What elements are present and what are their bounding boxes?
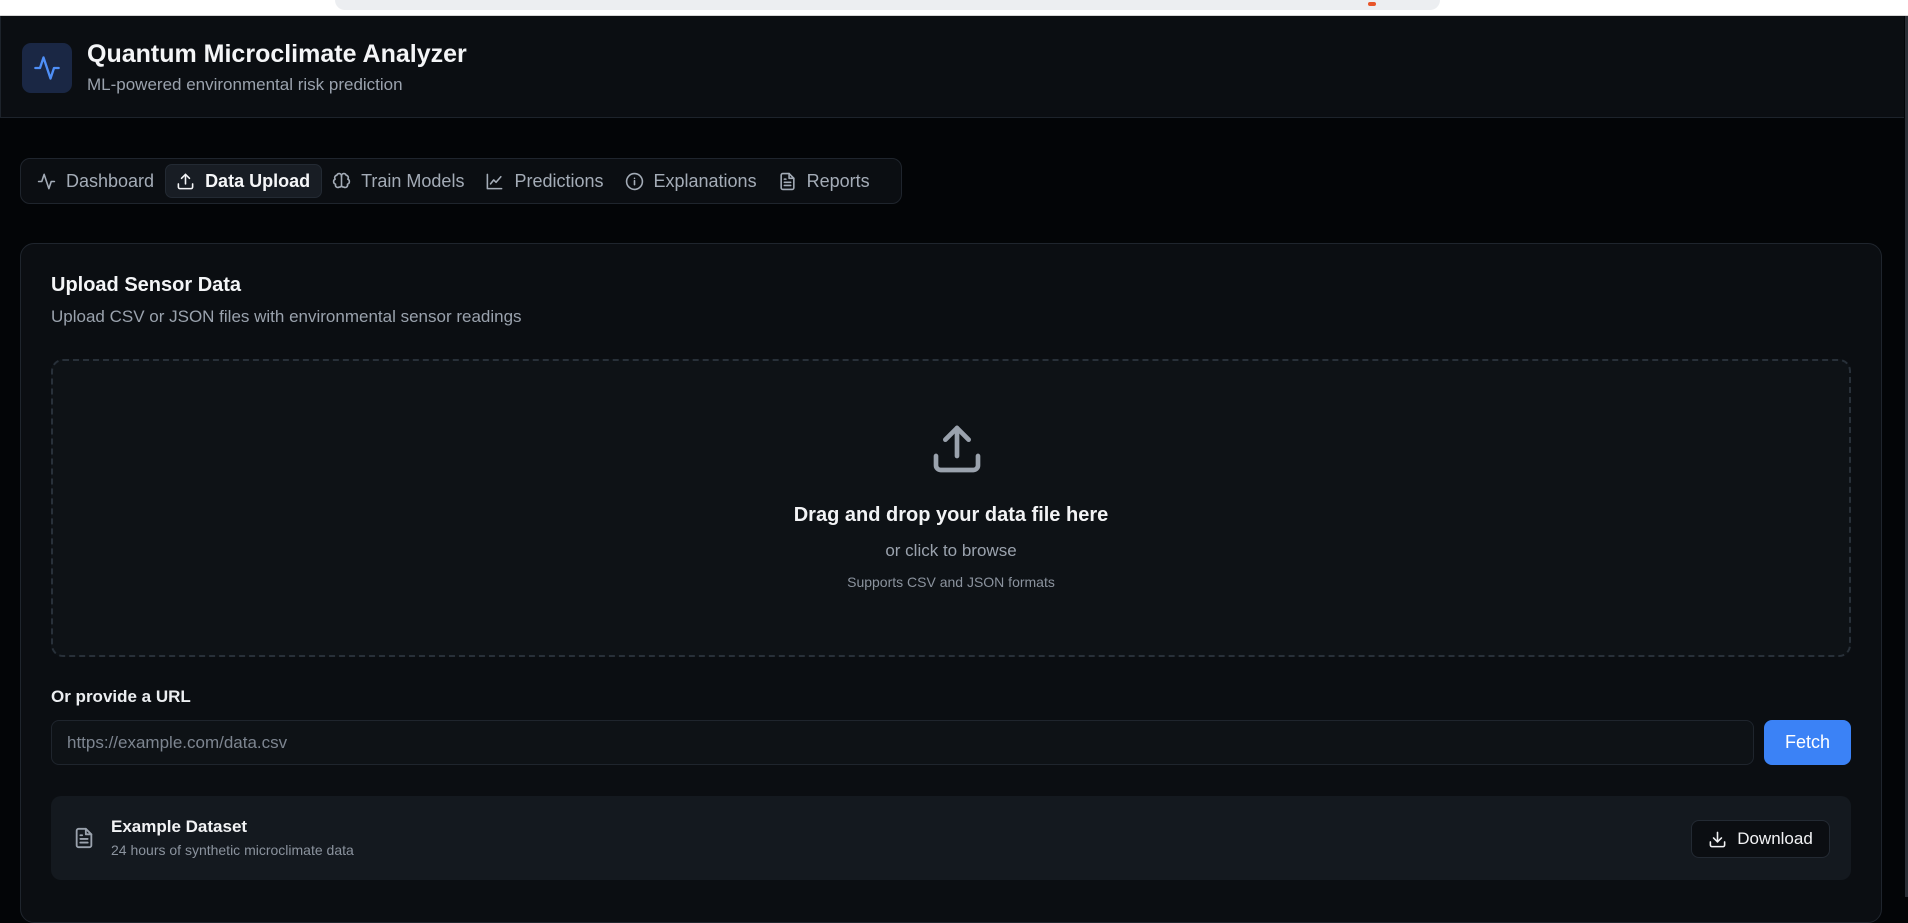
dropzone-browse-text: or click to browse bbox=[885, 541, 1017, 560]
tab-dashboard[interactable]: Dashboard bbox=[27, 164, 165, 198]
brain-icon bbox=[332, 172, 351, 188]
file-dropzone[interactable]: Drag and drop your data file here or cli… bbox=[51, 359, 1851, 657]
tab-label: Explanations bbox=[653, 170, 757, 191]
dropzone-main-text: Drag and drop your data file here bbox=[793, 504, 1109, 526]
app-subtitle: ML-powered environmental risk prediction bbox=[87, 75, 403, 94]
card-description: Upload CSV or JSON files with environmen… bbox=[51, 307, 522, 326]
card-title: Upload Sensor Data bbox=[51, 274, 242, 296]
tab-data-upload[interactable]: Data Upload bbox=[165, 164, 323, 198]
tab-label: Data Upload bbox=[205, 170, 311, 191]
download-button[interactable]: Download bbox=[1691, 820, 1830, 858]
upload-sensor-data-card: Upload Sensor Data Upload CSV or JSON fi… bbox=[20, 243, 1882, 923]
url-label: Or provide a URL bbox=[51, 687, 191, 706]
activity-icon bbox=[37, 173, 56, 189]
app-title: Quantum Microclimate Analyzer bbox=[87, 40, 467, 68]
line-chart-icon bbox=[487, 173, 503, 189]
example-dataset: Example Dataset 24 hours of synthetic mi… bbox=[51, 796, 1851, 880]
dropzone-format-hint: Supports CSV and JSON formats bbox=[847, 574, 1055, 590]
example-dataset-description: 24 hours of synthetic microclimate data bbox=[111, 842, 354, 858]
tab-label: Dashboard bbox=[66, 170, 155, 191]
upload-icon bbox=[933, 425, 981, 473]
address-bar[interactable] bbox=[335, 0, 1440, 10]
tab-label: Train Models bbox=[361, 170, 465, 191]
tab-train-models[interactable]: Train Models bbox=[322, 164, 475, 198]
url-input[interactable] bbox=[51, 720, 1754, 765]
extension-indicator bbox=[1368, 2, 1376, 6]
info-icon bbox=[625, 172, 643, 190]
main-tabs: Dashboard Data Upload Train Models Predi… bbox=[20, 158, 902, 204]
download-icon bbox=[1709, 831, 1726, 847]
tab-label: Reports bbox=[806, 170, 870, 191]
tab-explanations[interactable]: Explanations bbox=[615, 164, 768, 198]
activity-icon bbox=[34, 56, 60, 80]
file-text-icon bbox=[779, 172, 795, 190]
example-dataset-title: Example Dataset bbox=[111, 817, 248, 836]
tab-predictions[interactable]: Predictions bbox=[475, 164, 614, 198]
app-logo bbox=[22, 43, 72, 93]
fetch-button[interactable]: Fetch bbox=[1764, 720, 1851, 765]
download-label: Download bbox=[1737, 829, 1813, 848]
upload-icon bbox=[177, 173, 194, 189]
app-header: Quantum Microclimate Analyzer ML-powered… bbox=[0, 16, 1904, 118]
tab-label: Predictions bbox=[514, 170, 604, 191]
tab-reports[interactable]: Reports bbox=[768, 164, 881, 198]
file-text-icon bbox=[75, 827, 93, 849]
browser-chrome bbox=[0, 0, 1908, 16]
